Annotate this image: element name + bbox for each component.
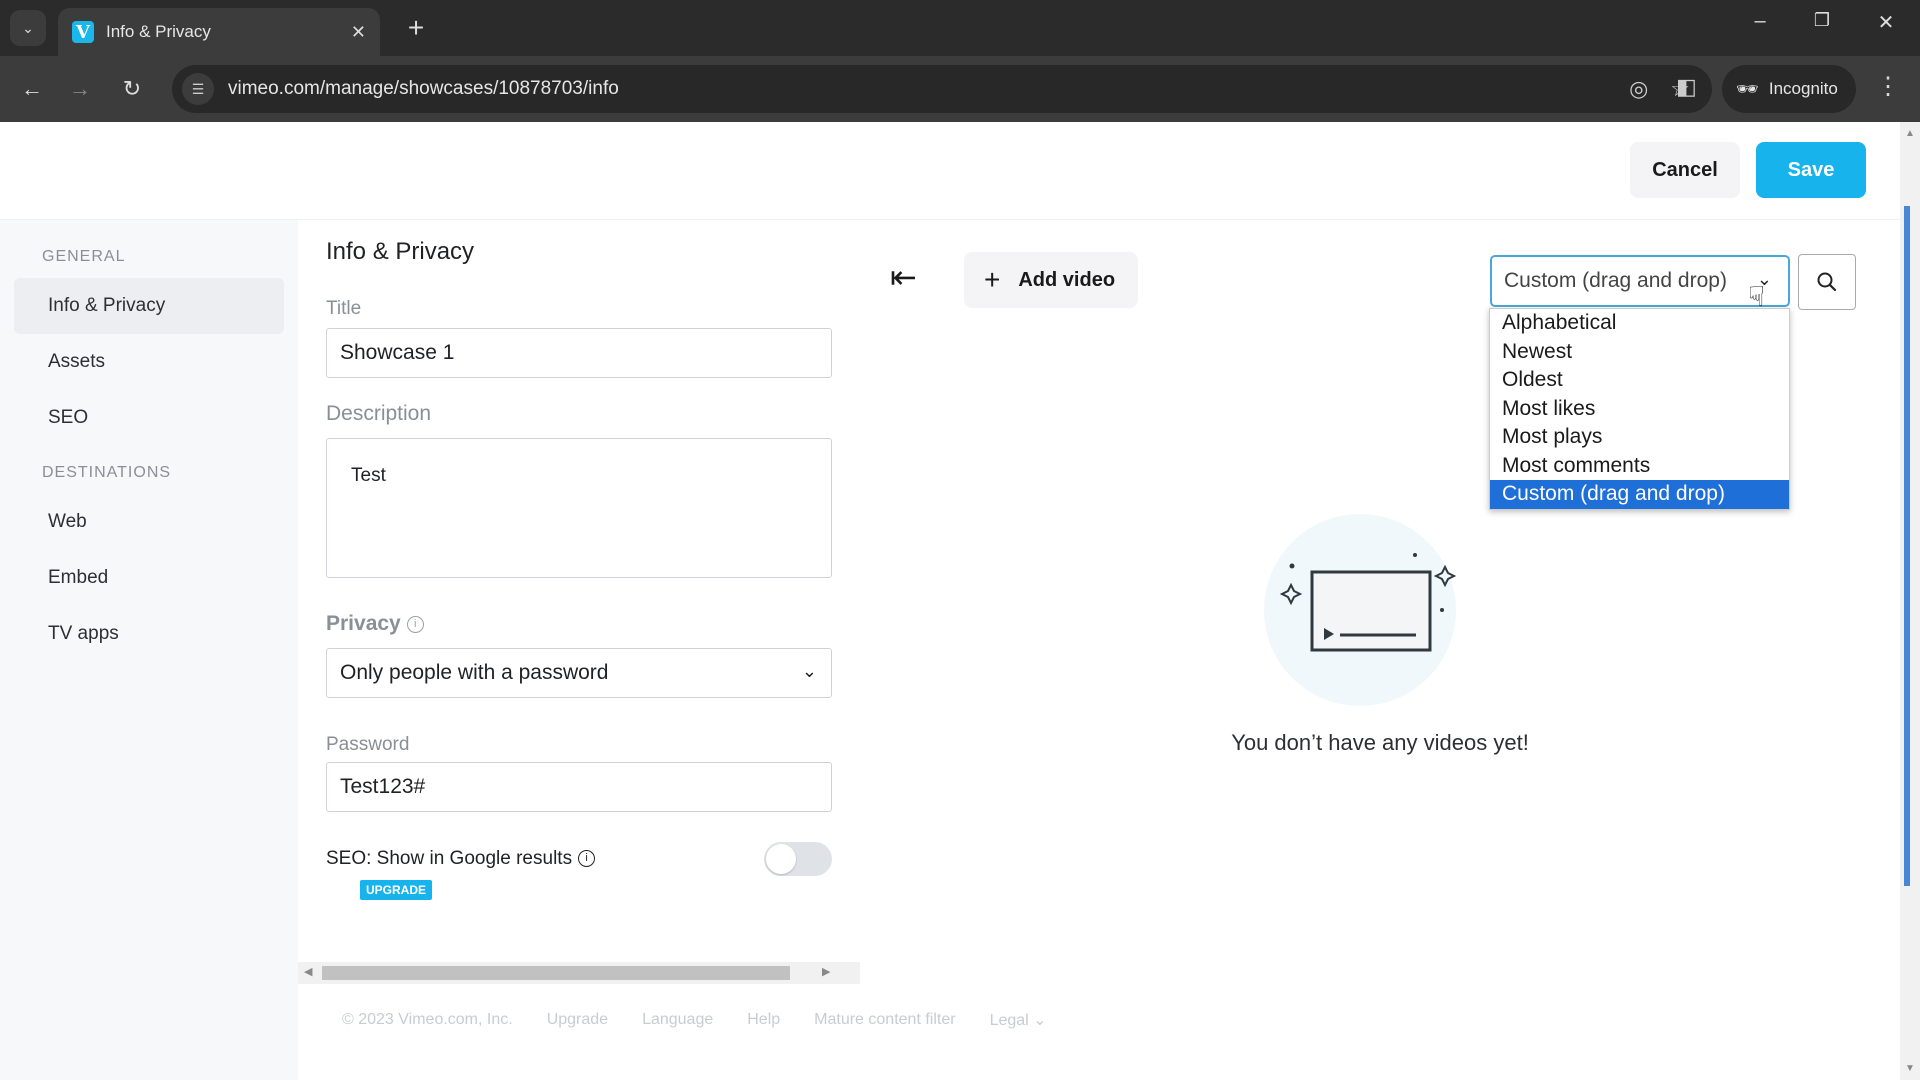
page: Cancel Save GENERAL Info & Privacy Asset… xyxy=(0,122,1900,1080)
page-scroll-up-icon[interactable]: ▲ xyxy=(1905,128,1915,139)
info-privacy-form: Info & Privacy Title Showcase 1 Descript… xyxy=(298,220,860,982)
browser-tabstrip: ⌄ V Info & Privacy ✕ + – ❐ ✕ xyxy=(0,0,1920,56)
sort-option[interactable]: Most likes xyxy=(1490,395,1789,424)
sidebar-item-assets[interactable]: Assets xyxy=(14,334,284,390)
site-settings-icon[interactable]: ☰ xyxy=(182,73,214,105)
seo-label: SEO: Show in Google results xyxy=(326,848,573,869)
search-icon xyxy=(1817,272,1837,292)
new-tab-button[interactable]: + xyxy=(400,12,432,44)
tab-search-button[interactable]: ⌄ xyxy=(10,10,46,46)
save-button[interactable]: Save xyxy=(1756,142,1866,198)
password-label: Password xyxy=(326,734,410,755)
tab-title: Info & Privacy xyxy=(106,22,211,41)
title-input[interactable]: Showcase 1 xyxy=(326,328,832,378)
sort-option-selected[interactable]: Custom (drag and drop) xyxy=(1490,480,1789,509)
back-button[interactable]: ← xyxy=(14,71,50,107)
add-video-button[interactable]: + Add video xyxy=(964,252,1138,308)
page-footer: © 2023 Vimeo.com, Inc. Upgrade Language … xyxy=(298,1000,1198,1040)
tab-close-icon[interactable]: ✕ xyxy=(351,22,366,43)
password-value: Test123# xyxy=(340,775,426,798)
browser-menu-icon[interactable]: ⋮ xyxy=(1876,72,1900,101)
seo-row: SEO: Show in Google results i xyxy=(326,848,596,870)
minimize-button[interactable]: – xyxy=(1740,10,1780,33)
page-scroll-down-icon[interactable]: ▼ xyxy=(1905,1063,1915,1074)
sort-select[interactable]: Custom (drag and drop) ⌄ xyxy=(1490,255,1790,307)
plus-icon: + xyxy=(984,264,1001,295)
forward-button[interactable]: → xyxy=(62,71,98,107)
seo-info-icon[interactable]: i xyxy=(578,850,596,868)
vimeo-favicon-icon: V xyxy=(72,21,94,43)
privacy-label: Privacy i xyxy=(326,612,424,636)
password-input[interactable]: Test123# xyxy=(326,762,832,812)
empty-state-message: You don’t have any videos yet! xyxy=(1231,730,1529,755)
footer-link-language[interactable]: Language xyxy=(642,1011,713,1029)
sort-option[interactable]: Most plays xyxy=(1490,423,1789,452)
side-panel-icon[interactable]: ◧ xyxy=(1676,74,1704,104)
sort-option[interactable]: Newest xyxy=(1490,338,1789,367)
page-header: Cancel Save xyxy=(0,122,1900,220)
sort-dropdown-menu: Alphabetical Newest Oldest Most likes Mo… xyxy=(1489,308,1790,510)
footer-link-mature-filter[interactable]: Mature content filter xyxy=(814,1011,955,1029)
chevron-down-icon: ⌄ xyxy=(801,661,817,681)
hscroll-thumb[interactable] xyxy=(322,966,790,980)
sort-option[interactable]: Oldest xyxy=(1490,366,1789,395)
sort-selected-value: Custom (drag and drop) xyxy=(1504,269,1727,292)
empty-video-illustration xyxy=(1264,514,1457,706)
sidebar-item-seo[interactable]: SEO xyxy=(14,390,284,446)
address-bar[interactable]: ☰ vimeo.com/manage/showcases/10878703/in… xyxy=(172,65,1712,113)
url-text[interactable]: vimeo.com/manage/showcases/10878703/info xyxy=(228,78,1629,100)
hand-cursor-icon: ☟ xyxy=(1748,281,1766,312)
description-value: Test xyxy=(351,465,386,486)
window-close-button[interactable]: ✕ xyxy=(1866,10,1906,35)
page-scrollbar[interactable]: ▲ ▼ xyxy=(1900,122,1920,1080)
sidebar-item-info-privacy[interactable]: Info & Privacy xyxy=(14,278,284,334)
browser-toolbar: ← → ↻ ☰ vimeo.com/manage/showcases/10878… xyxy=(0,56,1920,122)
incognito-icon: 🕶 xyxy=(1736,78,1759,99)
browser-tab[interactable]: V Info & Privacy ✕ xyxy=(58,8,380,56)
showcase-videos-panel: ⇤ + Add video Custom (drag and drop) ⌄ Al… xyxy=(860,220,1900,980)
reload-button[interactable]: ↻ xyxy=(114,71,150,107)
privacy-info-icon[interactable]: i xyxy=(406,615,424,633)
page-scroll-thumb[interactable] xyxy=(1904,206,1910,886)
form-title: Info & Privacy xyxy=(326,238,475,265)
settings-sidebar: GENERAL Info & Privacy Assets SEO DESTIN… xyxy=(0,220,298,1080)
upgrade-badge[interactable]: UPGRADE xyxy=(360,880,433,900)
scroll-left-arrow-icon[interactable]: ◀ xyxy=(304,965,312,978)
incognito-indicator[interactable]: 🕶 Incognito xyxy=(1722,65,1856,113)
add-video-label: Add video xyxy=(1018,268,1116,291)
scroll-right-arrow-icon[interactable]: ▶ xyxy=(822,965,830,978)
sidebar-heading-general: GENERAL xyxy=(42,248,126,265)
eye-off-icon[interactable]: ◎ xyxy=(1629,76,1648,102)
form-horizontal-scrollbar[interactable]: ◀ ▶ xyxy=(298,962,860,984)
incognito-label: Incognito xyxy=(1768,79,1838,98)
seo-toggle[interactable] xyxy=(764,842,832,876)
sidebar-item-tv-apps[interactable]: TV apps xyxy=(14,606,284,662)
cancel-button[interactable]: Cancel xyxy=(1630,142,1740,198)
collapse-panel-icon[interactable]: ⇤ xyxy=(890,258,917,296)
restore-button[interactable]: ❐ xyxy=(1802,10,1842,31)
footer-link-help[interactable]: Help xyxy=(747,1011,780,1029)
sidebar-item-embed[interactable]: Embed xyxy=(14,550,284,606)
privacy-value: Only people with a password xyxy=(340,661,609,684)
description-textarea[interactable]: Test xyxy=(326,438,832,578)
sort-option[interactable]: Most comments xyxy=(1490,452,1789,481)
footer-copyright: © 2023 Vimeo.com, Inc. xyxy=(342,1011,513,1028)
title-value: Showcase 1 xyxy=(340,341,455,364)
search-button[interactable] xyxy=(1798,254,1856,310)
sidebar-heading-destinations: DESTINATIONS xyxy=(42,464,172,481)
footer-link-legal[interactable]: Legal ⌄ xyxy=(990,1010,1047,1030)
privacy-label-text: Privacy xyxy=(326,612,401,635)
toggle-knob xyxy=(766,844,796,874)
title-label: Title xyxy=(326,298,362,319)
sort-option[interactable]: Alphabetical xyxy=(1490,309,1789,338)
privacy-select[interactable]: Only people with a password ⌄ xyxy=(326,648,832,698)
footer-link-upgrade[interactable]: Upgrade xyxy=(547,1011,608,1029)
description-label: Description xyxy=(326,402,432,425)
sidebar-item-web[interactable]: Web xyxy=(14,494,284,550)
